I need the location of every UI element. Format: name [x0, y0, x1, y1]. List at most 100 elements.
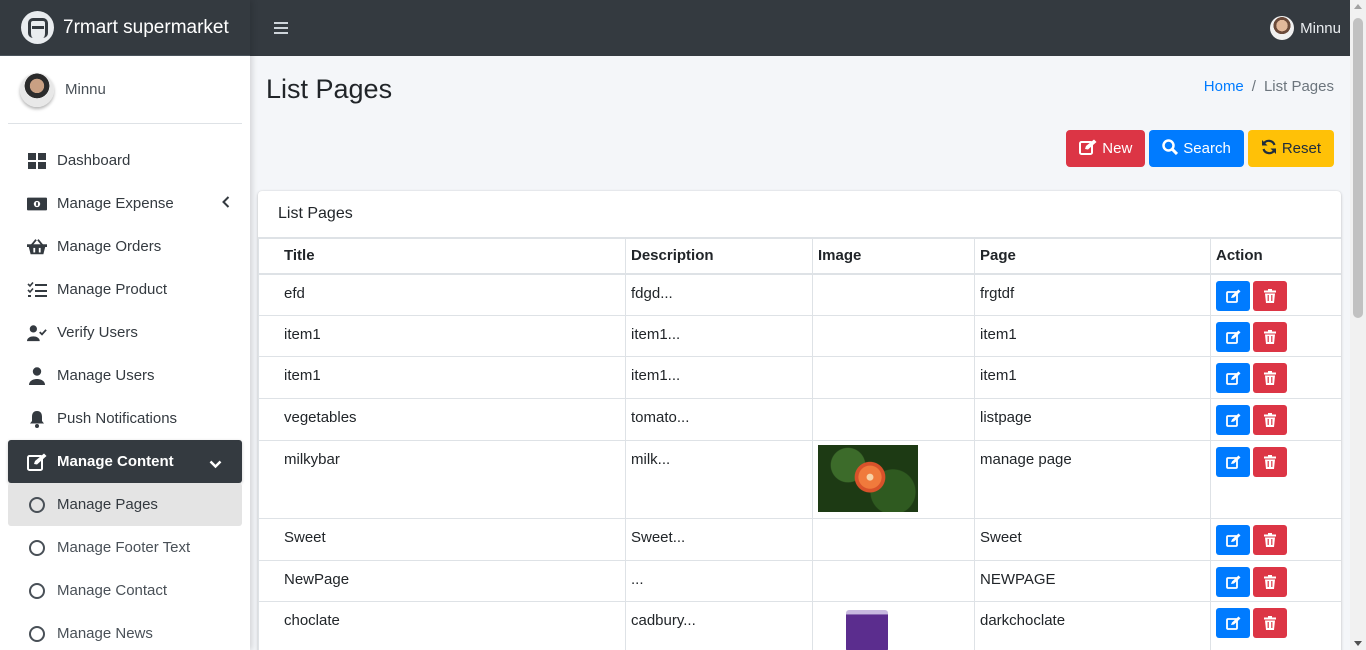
sidebar-nav: Dashboard Manage Expense Manage Orders M…: [0, 139, 250, 650]
trash-icon: [1264, 288, 1276, 303]
table-row: Sweet Sweet... Sweet: [258, 518, 1341, 561]
breadcrumb-home-link[interactable]: Home: [1204, 78, 1244, 95]
sidebar: 7rmart supermarket Minnu Dashboard Manag…: [0, 0, 250, 650]
sidebar-item-manage-news[interactable]: Manage News: [8, 612, 242, 650]
cell-image: [812, 518, 975, 561]
page-scrollbar[interactable]: [1350, 0, 1366, 650]
sidebar-item-label: Manage Orders: [57, 238, 162, 255]
cell-image: [812, 398, 975, 441]
column-header-description: Description: [625, 238, 813, 275]
table-row: choclate cadbury... darkchoclate: [258, 601, 1341, 650]
sidebar-item-label: Manage Footer Text: [57, 539, 191, 556]
edit-button[interactable]: [1216, 567, 1250, 597]
trash-icon: [1264, 371, 1276, 385]
sidebar-item-manage-footer-text[interactable]: Manage Footer Text: [8, 526, 242, 569]
bell-icon: [27, 409, 47, 429]
edit-button[interactable]: [1216, 363, 1250, 393]
cell-page: darkchoclate: [974, 601, 1211, 650]
trash-icon: [1264, 575, 1276, 589]
cell-page: manage page: [974, 440, 1211, 519]
delete-button[interactable]: [1253, 322, 1287, 352]
edit-icon: [1225, 330, 1240, 344]
cell-description: Sweet...: [625, 518, 813, 561]
cell-description: item1...: [625, 315, 813, 357]
column-header-action: Action: [1210, 238, 1341, 275]
search-button[interactable]: Search: [1149, 130, 1244, 167]
new-button-label: New: [1102, 140, 1133, 157]
scrollbar-thumb[interactable]: [1353, 18, 1363, 318]
list-pages-card: List Pages Title Description Image Page …: [258, 191, 1341, 650]
sidebar-item-manage-product[interactable]: Manage Product: [8, 268, 242, 311]
delete-button[interactable]: [1253, 567, 1287, 597]
trash-icon: [1264, 330, 1276, 344]
table-row: milkybar milk... manage page: [258, 440, 1341, 519]
menu-toggle-icon[interactable]: [274, 22, 288, 34]
sidebar-item-push-notifications[interactable]: Push Notifications: [8, 397, 242, 440]
edit-button[interactable]: [1216, 280, 1250, 311]
page-title: List Pages: [266, 74, 393, 104]
delete-button[interactable]: [1253, 363, 1287, 393]
sidebar-item-label: Manage Content: [57, 453, 174, 470]
column-header-title: Title: [258, 238, 626, 275]
flower-thumbnail: [818, 445, 918, 512]
circle-icon: [27, 581, 47, 601]
table-header-row: Title Description Image Page Action: [258, 238, 1341, 275]
table-row: vegetables tomato... listpage: [258, 398, 1341, 441]
card-title: List Pages: [258, 191, 1341, 238]
cell-title: Sweet: [258, 518, 626, 561]
table-row: efd fdgd... frgtdf: [258, 273, 1341, 316]
delete-button[interactable]: [1253, 280, 1287, 311]
table-row: item1 item1... item1: [258, 315, 1341, 357]
search-icon: [1162, 138, 1179, 159]
edit-icon: [1225, 533, 1240, 547]
avatar: [20, 72, 54, 107]
sidebar-item-manage-expense[interactable]: Manage Expense: [8, 182, 242, 225]
delete-button[interactable]: [1253, 608, 1287, 638]
edit-button[interactable]: [1216, 525, 1250, 555]
cell-action: [1210, 440, 1341, 519]
cell-page: item1: [974, 356, 1211, 399]
sidebar-item-manage-pages[interactable]: Manage Pages: [8, 483, 242, 526]
cell-action: [1210, 315, 1341, 357]
delete-button[interactable]: [1253, 525, 1287, 555]
scroll-up-arrow-icon[interactable]: [1354, 4, 1362, 9]
user-menu[interactable]: Minnu: [1270, 16, 1341, 40]
brand-link[interactable]: 7rmart supermarket: [0, 0, 250, 56]
sidebar-item-manage-contact[interactable]: Manage Contact: [8, 569, 242, 612]
scroll-down-arrow-icon[interactable]: [1354, 641, 1362, 646]
sidebar-item-manage-orders[interactable]: Manage Orders: [8, 225, 242, 268]
new-button[interactable]: New: [1066, 130, 1146, 167]
user-name[interactable]: Minnu: [65, 81, 106, 98]
cell-page: Sweet: [974, 518, 1211, 561]
dashboard-icon: [27, 151, 47, 171]
reset-button[interactable]: Reset: [1247, 130, 1334, 167]
user-check-icon: [27, 323, 47, 343]
edit-button[interactable]: [1216, 322, 1250, 352]
basket-icon: [27, 237, 47, 257]
avatar: [1270, 16, 1295, 40]
edit-button[interactable]: [1216, 608, 1250, 638]
reset-button-label: Reset: [1281, 140, 1321, 157]
sidebar-item-manage-users[interactable]: Manage Users: [8, 354, 242, 397]
cell-action: [1210, 398, 1341, 441]
sidebar-item-label: Manage News: [57, 625, 153, 642]
main-content: List Pages Home / List Pages New Search …: [250, 56, 1350, 650]
search-button-label: Search: [1183, 140, 1231, 157]
user-icon: [27, 366, 47, 386]
edit-button[interactable]: [1216, 447, 1250, 477]
sidebar-item-label: Manage Contact: [57, 582, 168, 599]
sidebar-item-manage-content[interactable]: Manage Content: [8, 440, 242, 483]
trash-icon: [1264, 413, 1276, 427]
sidebar-item-label: Verify Users: [57, 324, 138, 341]
table-row: item1 item1... item1: [258, 356, 1341, 399]
edit-button[interactable]: [1216, 405, 1250, 435]
edit-icon: [1225, 413, 1240, 427]
delete-button[interactable]: [1253, 405, 1287, 435]
edit-icon: [1225, 616, 1240, 630]
sidebar-item-dashboard[interactable]: Dashboard: [8, 139, 242, 182]
delete-button[interactable]: [1253, 447, 1287, 477]
top-navbar: Minnu: [250, 0, 1366, 56]
sidebar-item-verify-users[interactable]: Verify Users: [8, 311, 242, 354]
cell-title: NewPage: [258, 560, 626, 602]
cell-description: fdgd...: [625, 273, 813, 316]
